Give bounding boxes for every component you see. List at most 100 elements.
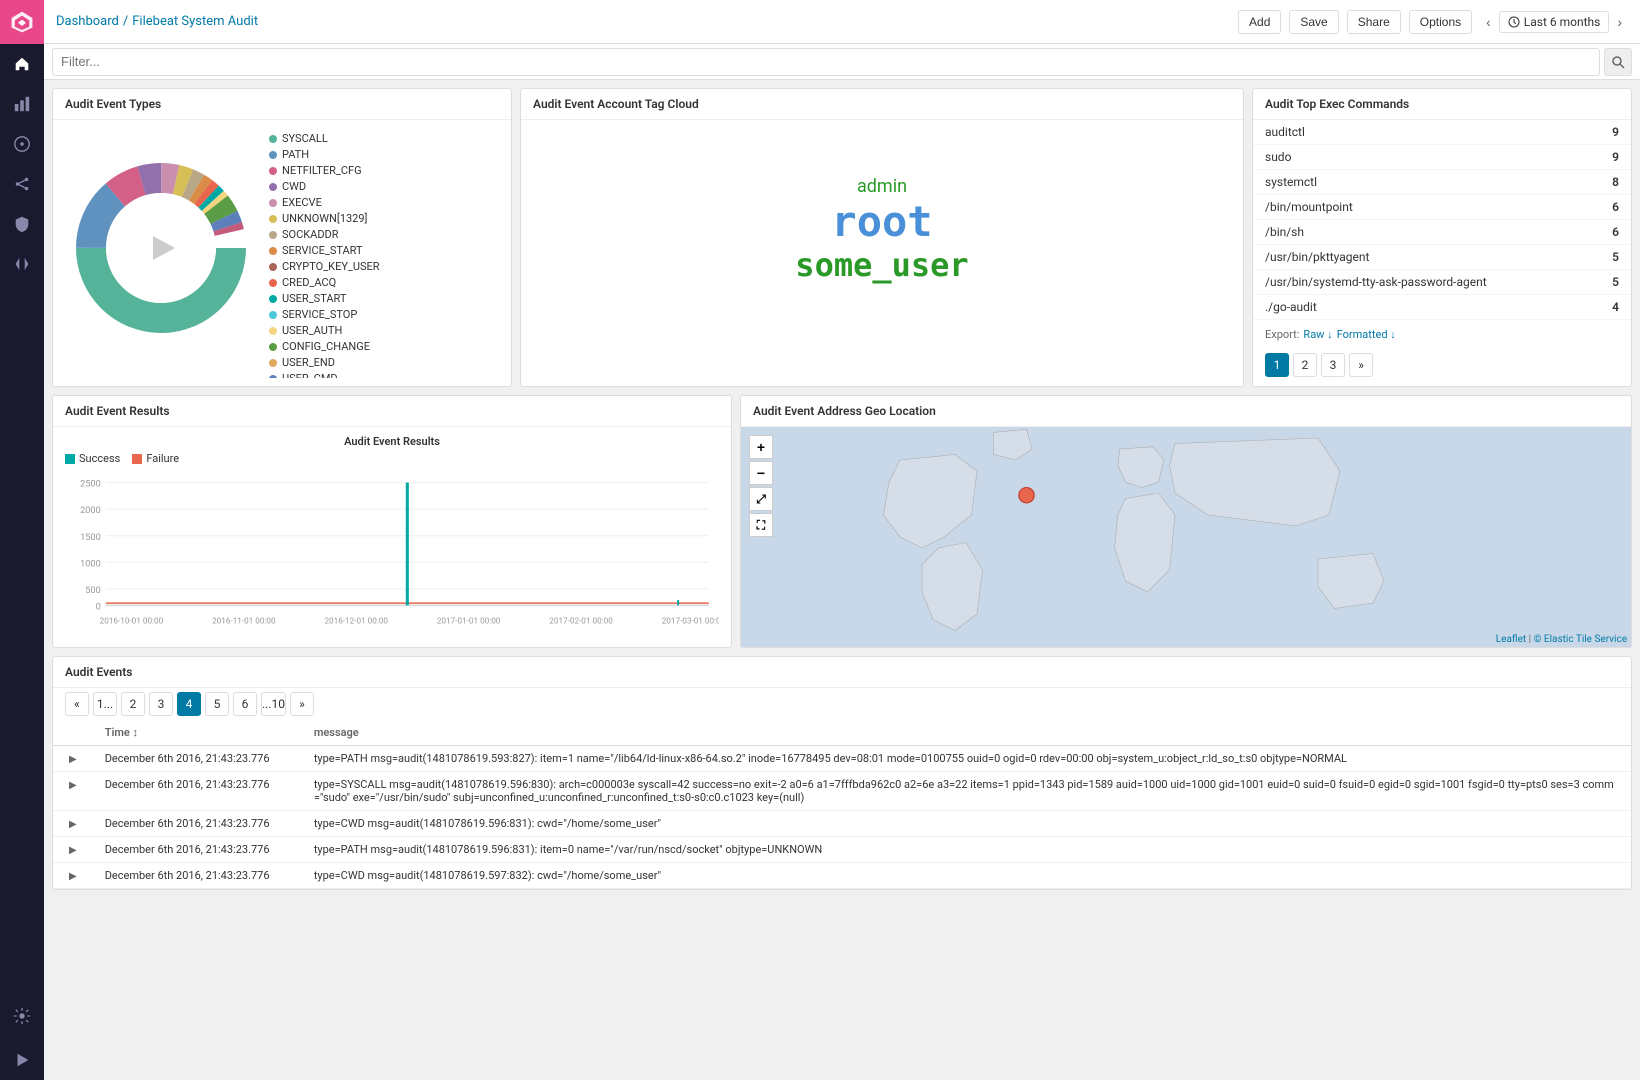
events-page-4[interactable]: 4	[177, 692, 201, 716]
legend-item-sockaddr[interactable]: SOCKADDR	[269, 228, 495, 241]
map-controls: + − ⤢ ⛶	[749, 435, 773, 537]
home-nav[interactable]	[0, 44, 44, 84]
legend-item-config-change[interactable]: CONFIG_CHANGE	[269, 340, 495, 353]
formatted-export-link[interactable]: Formatted ↓	[1337, 328, 1396, 341]
breadcrumb-current: Filebeat System Audit	[132, 14, 258, 29]
exec-row[interactable]: /bin/sh6	[1253, 220, 1631, 245]
legend-item-user-end[interactable]: USER_END	[269, 356, 495, 369]
legend-item-user-auth[interactable]: USER_AUTH	[269, 324, 495, 337]
graph-nav[interactable]	[0, 164, 44, 204]
legend-item-path[interactable]: PATH	[269, 148, 495, 161]
exec-row[interactable]: auditctl9	[1253, 120, 1631, 145]
col-time[interactable]: Time ↕	[93, 720, 302, 746]
exec-row[interactable]: /bin/mountpoint6	[1253, 195, 1631, 220]
exec-row[interactable]: sudo9	[1253, 145, 1631, 170]
leaflet-link[interactable]: Leaflet	[1496, 634, 1526, 645]
time-cell: December 6th 2016, 21:43:23.776	[93, 746, 302, 772]
elastic-tile-link[interactable]: © Elastic Tile Service	[1534, 634, 1627, 645]
sidebar	[0, 0, 44, 1080]
legend-item-syscall[interactable]: SYSCALL	[269, 132, 495, 145]
message-cell: type=CWD msg=audit(1481078619.596:831): …	[302, 811, 1631, 837]
exec-row[interactable]: systemctl8	[1253, 170, 1631, 195]
page-3-btn[interactable]: 3	[1321, 353, 1345, 377]
chart-nav[interactable]	[0, 84, 44, 124]
events-page-2[interactable]: 2	[121, 692, 145, 716]
audit-results-title: Audit Event Results	[53, 396, 731, 427]
geo-location-panel: Audit Event Address Geo Location	[740, 395, 1632, 648]
discover-nav[interactable]	[0, 124, 44, 164]
options-button[interactable]: Options	[1409, 10, 1472, 34]
events-next-btn[interactable]: »	[290, 692, 314, 716]
map-fullscreen[interactable]: ⛶	[749, 513, 773, 537]
tag-some-user[interactable]: some_user	[795, 246, 968, 284]
message-cell: type=SYSCALL msg=audit(1481078619.596:83…	[302, 772, 1631, 811]
app-logo[interactable]	[0, 0, 44, 44]
svg-text:500: 500	[85, 585, 101, 596]
topbar-actions: Add Save Share Options ‹ Last 6 months ›	[1238, 10, 1628, 34]
expand-btn[interactable]: ▶	[65, 871, 81, 882]
legend-item-user-start[interactable]: USER_START	[269, 292, 495, 305]
expand-btn[interactable]: ▶	[65, 780, 81, 791]
legend-item-cred-acq[interactable]: CRED_ACQ	[269, 276, 495, 289]
shield-nav[interactable]	[0, 204, 44, 244]
expand-btn[interactable]: ▶	[65, 845, 81, 856]
prev-time-button[interactable]: ‹	[1480, 12, 1497, 32]
share-button[interactable]: Share	[1347, 10, 1401, 34]
page-2-btn[interactable]: 2	[1293, 353, 1317, 377]
settings-nav[interactable]	[0, 996, 44, 1036]
events-page-3[interactable]: 3	[149, 692, 173, 716]
map-zoom-out[interactable]: −	[749, 461, 773, 485]
svg-text:0: 0	[96, 601, 101, 612]
svg-text:2017-01-01 00:00: 2017-01-01 00:00	[437, 616, 501, 626]
tag-root[interactable]: root	[831, 197, 932, 246]
success-legend: Success	[65, 452, 120, 465]
filter-input[interactable]	[52, 48, 1600, 76]
filterbar	[44, 44, 1640, 80]
expand-btn[interactable]: ▶	[65, 819, 81, 830]
add-button[interactable]: Add	[1238, 10, 1281, 34]
col-expand	[53, 720, 93, 746]
legend-item-user-cmd[interactable]: USER_CMD	[269, 372, 495, 378]
map-container: + − ⤢ ⛶ Leaflet | © Elastic Tile Service	[741, 427, 1631, 647]
table-row: ▶ December 6th 2016, 21:43:23.776 type=C…	[53, 863, 1631, 889]
time-cell: December 6th 2016, 21:43:23.776	[93, 772, 302, 811]
exec-row[interactable]: ./go-audit4	[1253, 295, 1631, 320]
events-page-6[interactable]: 6	[233, 692, 257, 716]
chart-area: Audit Event Results Success Failure	[53, 427, 731, 647]
tag-admin[interactable]: admin	[857, 176, 907, 197]
next-time-button[interactable]: ›	[1611, 12, 1628, 32]
map-zoom-in[interactable]: +	[749, 435, 773, 459]
table-row: ▶ December 6th 2016, 21:43:23.776 type=S…	[53, 772, 1631, 811]
page-next-btn[interactable]: »	[1349, 353, 1373, 377]
time-range-picker[interactable]: Last 6 months	[1499, 11, 1610, 33]
dev-tools-nav[interactable]	[0, 244, 44, 284]
page-1-btn[interactable]: 1	[1265, 353, 1289, 377]
events-page-1[interactable]: 1...	[93, 692, 117, 716]
exec-row[interactable]: /usr/bin/pkttyagent5	[1253, 245, 1631, 270]
legend-item-netfilter-cfg[interactable]: NETFILTER_CFG	[269, 164, 495, 177]
col-message[interactable]: message	[302, 720, 1631, 746]
events-page-10[interactable]: ...10	[261, 692, 286, 716]
filter-search-button[interactable]	[1604, 48, 1632, 76]
legend-item-execve[interactable]: EXECVE	[269, 196, 495, 209]
map-reset[interactable]: ⤢	[749, 487, 773, 511]
play-nav[interactable]	[0, 1040, 44, 1080]
legend-item-crypto-key-user[interactable]: CRYPTO_KEY_USER	[269, 260, 495, 273]
breadcrumb-parent[interactable]: Dashboard	[56, 14, 119, 29]
events-page-5[interactable]: 5	[205, 692, 229, 716]
legend-item-cwd[interactable]: CWD	[269, 180, 495, 193]
expand-btn[interactable]: ▶	[65, 754, 81, 765]
legend-item-service-stop[interactable]: SERVICE_STOP	[269, 308, 495, 321]
legend-item-unknown-1329-[interactable]: UNKNOWN[1329]	[269, 212, 495, 225]
time-nav: ‹ Last 6 months ›	[1480, 11, 1628, 33]
events-first-btn[interactable]: «	[65, 692, 89, 716]
legend-item-service-start[interactable]: SERVICE_START	[269, 244, 495, 257]
tag-cloud-panel: Audit Event Account Tag Cloud admin root…	[520, 88, 1244, 387]
exec-row[interactable]: /usr/bin/systemd-tty-ask-password-agent5	[1253, 270, 1631, 295]
donut-svg	[71, 158, 251, 338]
chart-legend: Success Failure	[65, 452, 719, 465]
breadcrumb: Dashboard / Filebeat System Audit	[56, 14, 258, 29]
svg-text:1000: 1000	[80, 558, 101, 569]
save-button[interactable]: Save	[1289, 10, 1338, 34]
raw-export-link[interactable]: Raw ↓	[1303, 328, 1332, 341]
